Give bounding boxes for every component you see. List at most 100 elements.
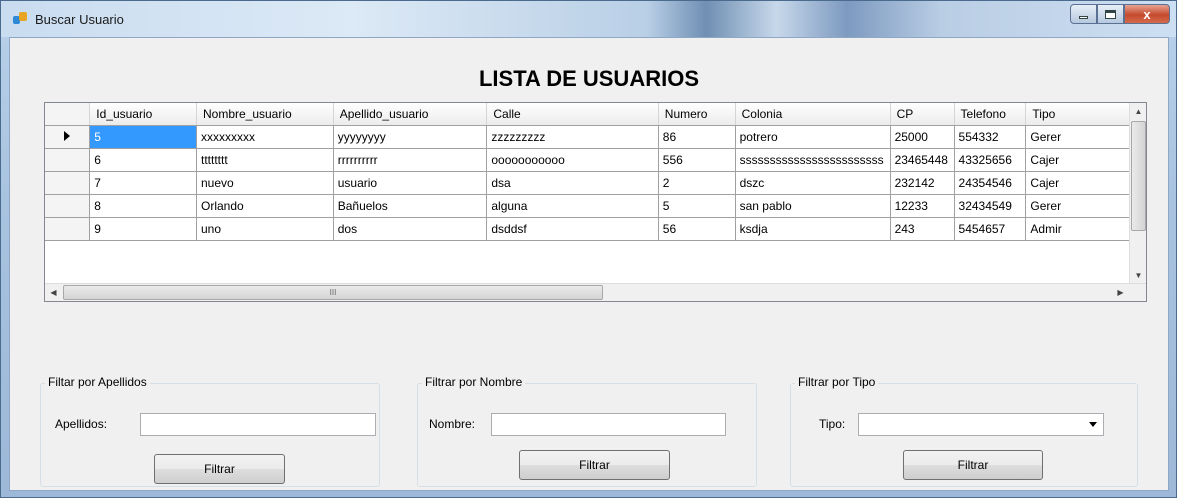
nombre-label: Nombre: — [429, 417, 476, 431]
grid-horizontal-scrollbar[interactable]: ◀ III ▶ — [45, 283, 1146, 301]
grid-cell[interactable]: xxxxxxxxx — [196, 125, 334, 149]
filtrar-nombre-button[interactable]: Filtrar — [519, 450, 670, 480]
column-header[interactable]: Id_usuario — [89, 103, 197, 126]
scroll-down-icon[interactable]: ▼ — [1130, 267, 1146, 284]
grid-cell[interactable]: 8 — [89, 194, 197, 218]
row-header[interactable] — [45, 217, 91, 241]
close-button[interactable]: x — [1124, 4, 1170, 24]
grid-cell[interactable]: uno — [196, 217, 334, 241]
grid-cell[interactable]: Admir — [1025, 217, 1146, 241]
window-title: Buscar Usuario — [35, 12, 124, 27]
grid-cell[interactable]: ooooooooooo — [486, 148, 659, 172]
table-row[interactable]: 8 Orlando Bañuelos alguna 5 san pablo 12233 324… — [45, 194, 1146, 218]
column-header[interactable]: CP — [890, 103, 955, 126]
grid-cell[interactable]: 6 — [89, 148, 197, 172]
caption-buttons: x — [1070, 4, 1170, 24]
scroll-grip: III — [329, 288, 337, 297]
grid-cell[interactable]: Gerer — [1025, 194, 1146, 218]
grid-cell[interactable]: 5 — [658, 194, 736, 218]
row-header[interactable] — [45, 125, 91, 149]
grid-cell[interactable]: tttttttt — [196, 148, 334, 172]
table-row[interactable]: 6 tttttttt rrrrrrrrrr ooooooooooo 556 sssssss… — [45, 148, 1146, 172]
grid-cell[interactable]: Cajer — [1025, 171, 1146, 195]
apellidos-input[interactable] — [140, 413, 376, 436]
table-row[interactable]: 5 xxxxxxxxx yyyyyyyy zzzzzzzzz 86 potrero 2500… — [45, 125, 1146, 149]
app-icon — [13, 12, 29, 26]
grid-cell[interactable]: potrero — [735, 125, 891, 149]
users-data-grid[interactable]: Id_usuario Nombre_usuario Apellido_usuario… — [44, 102, 1147, 302]
filtrar-tipo-button[interactable]: Filtrar — [903, 450, 1043, 480]
grid-cell[interactable]: dos — [333, 217, 488, 241]
grid-cell[interactable]: 5 — [89, 125, 197, 149]
grid-cell[interactable]: 23465448 — [890, 148, 955, 172]
maximize-icon — [1105, 9, 1116, 19]
grid-cell[interactable]: 554332 — [954, 125, 1027, 149]
minimize-icon — [1079, 15, 1088, 19]
maximize-button[interactable] — [1097, 4, 1124, 24]
tipo-label: Tipo: — [819, 417, 846, 431]
grid-cell[interactable]: nuevo — [196, 171, 334, 195]
grid-cell[interactable]: dsddsf — [486, 217, 659, 241]
grid-corner-header[interactable] — [45, 103, 91, 126]
form-client-area: LISTA DE USUARIOS Id_usuario Nombre_usuar… — [9, 37, 1169, 491]
grid-cell[interactable]: 5454657 — [954, 217, 1027, 241]
column-header[interactable]: Numero — [658, 103, 736, 126]
scroll-up-icon[interactable]: ▲ — [1130, 103, 1146, 120]
grid-cell[interactable]: san pablo — [735, 194, 891, 218]
grid-cell[interactable]: 25000 — [890, 125, 955, 149]
vertical-scroll-thumb[interactable] — [1131, 121, 1146, 231]
scroll-right-icon[interactable]: ▶ — [1112, 284, 1129, 301]
grid-cell[interactable]: Cajer — [1025, 148, 1146, 172]
users-table: Id_usuario Nombre_usuario Apellido_usuario… — [45, 103, 1146, 241]
grid-cell[interactable]: 56 — [658, 217, 736, 241]
row-header[interactable] — [45, 194, 91, 218]
grid-cell[interactable]: ksdja — [735, 217, 891, 241]
minimize-button[interactable] — [1070, 4, 1097, 24]
grid-cell[interactable]: 243 — [890, 217, 955, 241]
grid-cell[interactable]: 32434549 — [954, 194, 1027, 218]
column-header[interactable]: Calle — [486, 103, 659, 126]
nombre-input[interactable] — [491, 413, 726, 436]
grid-cell[interactable]: alguna — [486, 194, 659, 218]
filtrar-apellidos-button[interactable]: Filtrar — [154, 454, 285, 484]
buscar-usuario-window: Buscar Usuario x LISTA DE USUARIOS Id_us… — [0, 0, 1177, 498]
grid-cell[interactable]: 2 — [658, 171, 736, 195]
grid-cell[interactable]: Bañuelos — [333, 194, 488, 218]
grid-cell[interactable]: yyyyyyyy — [333, 125, 488, 149]
column-header[interactable]: Tipo — [1025, 103, 1146, 126]
filter-nombre-legend: Filtrar por Nombre — [422, 375, 526, 389]
tipo-select[interactable] — [858, 413, 1104, 436]
grid-cell[interactable]: rrrrrrrrrr — [333, 148, 488, 172]
grid-cell[interactable]: 556 — [658, 148, 736, 172]
table-row[interactable]: 9 uno dos dsddsf 56 ksdja 243 5454657 Admir — [45, 217, 1146, 241]
grid-cell[interactable]: ssssssssssssssssssssssss — [735, 148, 891, 172]
grid-cell[interactable]: Gerer — [1025, 125, 1146, 149]
scroll-left-icon[interactable]: ◀ — [45, 284, 62, 301]
grid-cell[interactable]: 43325656 — [954, 148, 1027, 172]
horizontal-scroll-thumb[interactable]: III — [63, 285, 603, 300]
grid-cell[interactable]: Orlando — [196, 194, 334, 218]
grid-vertical-scrollbar[interactable]: ▲ ▼ — [1129, 103, 1146, 284]
grid-cell[interactable]: dsa — [486, 171, 659, 195]
grid-cell[interactable]: 7 — [89, 171, 197, 195]
column-header[interactable]: Telefono — [954, 103, 1027, 126]
column-header[interactable]: Apellido_usuario — [333, 103, 488, 126]
current-row-arrow-icon — [64, 130, 71, 141]
grid-cell[interactable]: 24354546 — [954, 171, 1027, 195]
close-icon: x — [1143, 6, 1151, 22]
title-bar[interactable]: Buscar Usuario x — [1, 1, 1176, 37]
column-header[interactable]: Colonia — [735, 103, 891, 126]
grid-cell[interactable]: 9 — [89, 217, 197, 241]
row-header[interactable] — [45, 148, 91, 172]
grid-cell[interactable]: 86 — [658, 125, 736, 149]
chevron-down-icon — [1089, 422, 1097, 427]
column-header[interactable]: Nombre_usuario — [196, 103, 334, 126]
filter-apellidos-group: Filtar por Apellidos Apellidos: Filtrar — [40, 375, 380, 487]
grid-cell[interactable]: 232142 — [890, 171, 955, 195]
grid-cell[interactable]: 12233 — [890, 194, 955, 218]
row-header[interactable] — [45, 171, 91, 195]
grid-cell[interactable]: dszc — [735, 171, 891, 195]
table-row[interactable]: 7 nuevo usuario dsa 2 dszc 232142 24354546 Cajer — [45, 171, 1146, 195]
grid-cell[interactable]: zzzzzzzzz — [486, 125, 659, 149]
grid-cell[interactable]: usuario — [333, 171, 488, 195]
